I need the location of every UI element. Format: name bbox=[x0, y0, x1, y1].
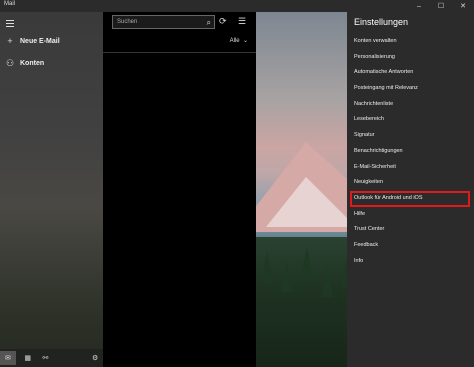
search-icon[interactable]: ⌕ bbox=[207, 17, 211, 29]
settings-item-email-security[interactable]: E-Mail-Sicherheit bbox=[347, 160, 474, 176]
new-mail-label: Neue E-Mail bbox=[20, 37, 60, 45]
tree-shape bbox=[321, 267, 333, 297]
maximize-icon[interactable]: ☐ bbox=[430, 0, 452, 12]
settings-item-signature[interactable]: Signatur bbox=[347, 128, 474, 144]
settings-item-whats-new[interactable]: Neuigkeiten bbox=[347, 175, 474, 191]
person-icon: ⚇ bbox=[6, 58, 15, 68]
chevron-down-icon: ⌄ bbox=[241, 38, 248, 44]
settings-item-help[interactable]: Hilfe bbox=[347, 207, 474, 223]
minimize-icon[interactable]: – bbox=[408, 0, 430, 12]
navigation-pane: + Neue E-Mail ⚇ Konten ✉ ▦ ⚯ ⚙ bbox=[0, 12, 103, 367]
search-placeholder: Suchen bbox=[117, 19, 138, 25]
mail-icon[interactable]: ✉ bbox=[0, 351, 16, 365]
tree-shape bbox=[301, 247, 313, 277]
title-bar: Mail – ☐ ✕ bbox=[0, 0, 474, 12]
selection-mode-icon[interactable]: ☰ bbox=[238, 16, 246, 27]
window-title: Mail bbox=[4, 1, 16, 7]
accounts-button[interactable]: ⚇ Konten bbox=[6, 58, 44, 69]
calendar-icon[interactable]: ▦ bbox=[20, 351, 36, 365]
new-mail-button[interactable]: + Neue E-Mail bbox=[6, 36, 60, 46]
settings-item-automatic-replies[interactable]: Automatische Antworten bbox=[347, 65, 474, 81]
settings-item-message-list[interactable]: Nachrichtenliste bbox=[347, 97, 474, 113]
filter-dropdown[interactable]: Alle ⌄ bbox=[230, 37, 248, 44]
settings-item-about[interactable]: Info bbox=[347, 254, 474, 270]
tree-shape bbox=[281, 262, 293, 292]
settings-item-notifications[interactable]: Benachrichtigungen bbox=[347, 144, 474, 160]
close-icon[interactable]: ✕ bbox=[452, 0, 474, 12]
divider bbox=[103, 52, 256, 53]
tree-shape bbox=[261, 252, 273, 282]
settings-item-feedback[interactable]: Feedback bbox=[347, 238, 474, 254]
settings-item-reading-pane[interactable]: Lesebereich bbox=[347, 112, 474, 128]
search-input[interactable]: Suchen ⌕ bbox=[112, 15, 215, 29]
filter-label: Alle bbox=[229, 38, 240, 44]
settings-item-manage-accounts[interactable]: Konten verwalten bbox=[347, 34, 474, 50]
settings-item-personalization[interactable]: Personalisierung bbox=[347, 50, 474, 66]
settings-flyout: Einstellungen Konten verwalten Personali… bbox=[347, 12, 474, 367]
gear-icon[interactable]: ⚙ bbox=[87, 351, 103, 365]
sync-icon[interactable]: ⟳ bbox=[219, 16, 227, 27]
nav-bottom-bar: ✉ ▦ ⚯ ⚙ bbox=[0, 349, 103, 367]
settings-item-trust-center[interactable]: Trust Center bbox=[347, 222, 474, 238]
message-list-pane: Suchen ⌕ ⟳ ☰ Alle ⌄ bbox=[103, 12, 256, 367]
settings-item-outlook-mobile[interactable]: Outlook für Android und iOS bbox=[350, 190, 470, 207]
settings-list: Konten verwalten Personalisierung Automa… bbox=[347, 34, 474, 269]
plus-icon: + bbox=[7, 36, 13, 46]
mountain-snow-shape bbox=[266, 177, 356, 227]
people-icon[interactable]: ⚯ bbox=[38, 351, 54, 365]
settings-item-focused-inbox[interactable]: Posteingang mit Relevanz bbox=[347, 81, 474, 97]
hamburger-menu-icon[interactable] bbox=[6, 20, 14, 27]
accounts-label: Konten bbox=[20, 60, 45, 67]
settings-title: Einstellungen bbox=[354, 17, 409, 27]
